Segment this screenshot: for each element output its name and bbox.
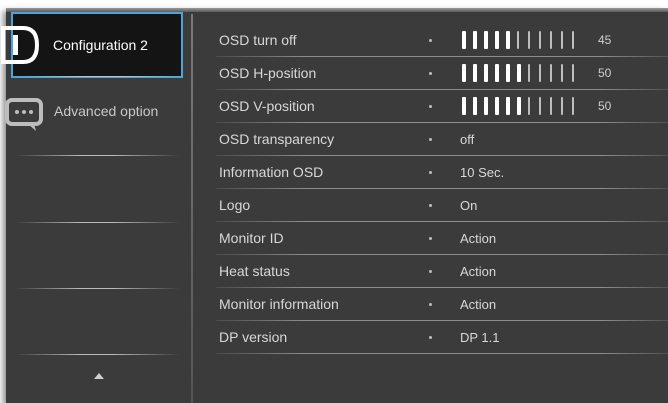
bullet [429,39,432,42]
level-tick-filled [495,64,499,82]
level-tick-empty [561,64,563,82]
setting-value: On [460,198,478,213]
setting-row-osd-turn-off[interactable]: OSD turn off 45 [200,24,668,57]
level-tick-empty [528,97,530,115]
level-tick-filled [462,97,466,115]
level-tick-empty [550,31,552,49]
level-tick-filled [506,97,510,115]
bullet [429,72,432,75]
level-tick-empty [572,97,574,115]
setting-name: Monitor information [219,296,339,312]
bullet [429,270,432,273]
menu-item-label: Configuration 2 [53,37,148,53]
bullet [429,204,432,207]
setting-row-heat-status[interactable]: Heat status Action [200,255,668,288]
level-tick-filled [495,31,499,49]
bullet [429,303,432,306]
menu-item-advanced-option[interactable]: Advanced option [5,78,182,144]
level-value: 50 [598,66,612,80]
row-divider [216,353,668,354]
menu-divider [20,76,186,77]
level-tick-filled [506,64,510,82]
bullet [429,171,432,174]
setting-name: Logo [219,197,251,213]
menu-divider [14,155,180,156]
level-value: 45 [598,33,612,47]
level-tick-empty [572,31,574,49]
menu-divider [14,354,180,355]
display-port-icon [1,26,40,64]
setting-row-dp-version[interactable]: DP version DP 1.1 [200,321,668,354]
bullet [429,138,432,141]
level-tick-filled [484,31,488,49]
level-tick-empty [572,64,574,82]
level-tick-empty [539,64,541,82]
level-tick-filled [484,97,488,115]
setting-value: Action [460,231,497,246]
setting-row-monitor-information[interactable]: Monitor information Action [200,288,668,321]
scroll-up-arrow-icon[interactable] [94,373,104,379]
menu-item-label: Advanced option [54,103,159,119]
level-tick-empty [561,31,563,49]
level-tick-filled [517,64,521,82]
setting-name: OSD transparency [219,131,335,147]
setting-name: Heat status [219,263,290,279]
level-tick-filled [462,31,466,49]
setting-name: OSD H-position [219,65,317,81]
level-tick-filled [495,97,499,115]
bullet [429,105,432,108]
setting-value: Action [460,297,497,312]
level-tick-filled [462,64,466,82]
setting-name: Monitor ID [219,230,284,246]
menu-divider [14,288,180,289]
level-tick-empty [539,31,541,49]
setting-row-osd-h-position[interactable]: OSD H-position 50 [200,57,668,90]
level-tick-empty [539,97,541,115]
setting-row-logo[interactable]: Logo On [200,189,668,222]
setting-row-osd-transparency[interactable]: OSD transparency off [200,123,668,156]
level-tick-filled [484,64,488,82]
level-value: 50 [598,99,612,113]
level-tick-filled [473,97,477,115]
level-tick-filled [473,31,477,49]
menu-item-configuration-2[interactable]: Configuration 2 [1,12,183,78]
level-tick-empty [550,64,552,82]
level-tick-empty [561,97,563,115]
level-tick-filled [506,31,510,49]
bullet [429,336,432,339]
setting-value: DP 1.1 [460,330,500,345]
setting-row-monitor-id[interactable]: Monitor ID Action [200,222,668,255]
setting-value: 10 Sec. [460,165,505,180]
level-tick-empty [550,97,552,115]
setting-value: Action [460,264,497,279]
setting-name: DP version [219,329,288,345]
setting-value: off [460,132,475,147]
level-tick-filled [473,64,477,82]
level-tick-empty [517,31,519,49]
setting-name: OSD turn off [219,32,297,48]
setting-row-information-osd[interactable]: Information OSD 10 Sec. [200,156,668,189]
level-tick-empty [528,31,530,49]
menu-divider [14,222,180,223]
level-tick-empty [528,64,530,82]
vertical-separator [191,14,193,403]
level-tick-filled [517,97,521,115]
speech-bubble-icon [5,98,43,131]
setting-name: OSD V-position [219,98,315,114]
setting-name: Information OSD [219,164,324,180]
setting-row-osd-v-position[interactable]: OSD V-position 50 [200,90,668,123]
bullet [429,237,432,240]
